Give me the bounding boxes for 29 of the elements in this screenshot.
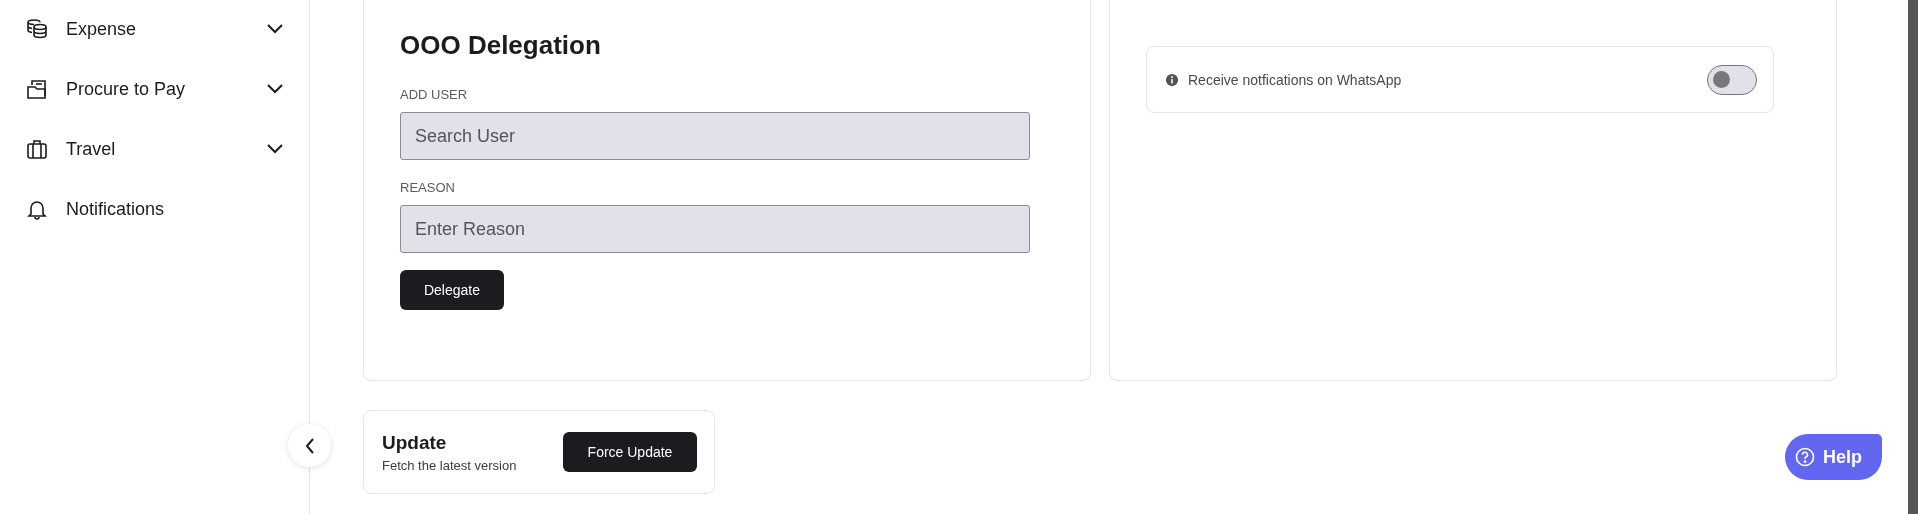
toggle-switch[interactable] — [1707, 64, 1757, 95]
nav-item[interactable]: Expense — [0, 9, 309, 49]
field-label: REASON — [400, 180, 456, 195]
info-icon — [1165, 72, 1179, 87]
bell-icon — [26, 198, 48, 220]
nav-label: Notifications — [66, 198, 166, 220]
coins-icon — [26, 18, 48, 40]
collapse-button[interactable] — [288, 424, 331, 467]
card-title: Update — [382, 431, 448, 454]
nav-label: Travel — [66, 138, 117, 160]
card-subtitle: Fetch the latest version — [382, 457, 517, 473]
nav-item[interactable]: Notifications — [0, 189, 309, 229]
scrollbar[interactable] — [1908, 0, 1918, 514]
nav-label: Procure to Pay — [66, 78, 187, 100]
nav-label: Expense — [66, 18, 138, 40]
folder-icon — [26, 78, 48, 100]
force-update-button[interactable]: Force Update — [563, 432, 697, 472]
chevron-left-icon — [304, 437, 315, 454]
help-icon — [1795, 447, 1815, 467]
input-field[interactable]: Enter Reason — [400, 205, 1030, 253]
setting-label: Receive notfications on WhatsApp — [1188, 71, 1403, 88]
field-label: ADD USER — [400, 87, 469, 102]
card-title: OOO Delegation — [400, 30, 602, 61]
nav-item[interactable]: Travel — [0, 129, 309, 169]
help-button[interactable]: Help — [1785, 434, 1882, 480]
nav-item[interactable]: Procure to Pay — [0, 69, 309, 109]
delegate-button[interactable]: Delegate — [400, 270, 504, 310]
suitcase-icon — [26, 138, 48, 160]
input-field[interactable]: Search User — [400, 112, 1030, 160]
